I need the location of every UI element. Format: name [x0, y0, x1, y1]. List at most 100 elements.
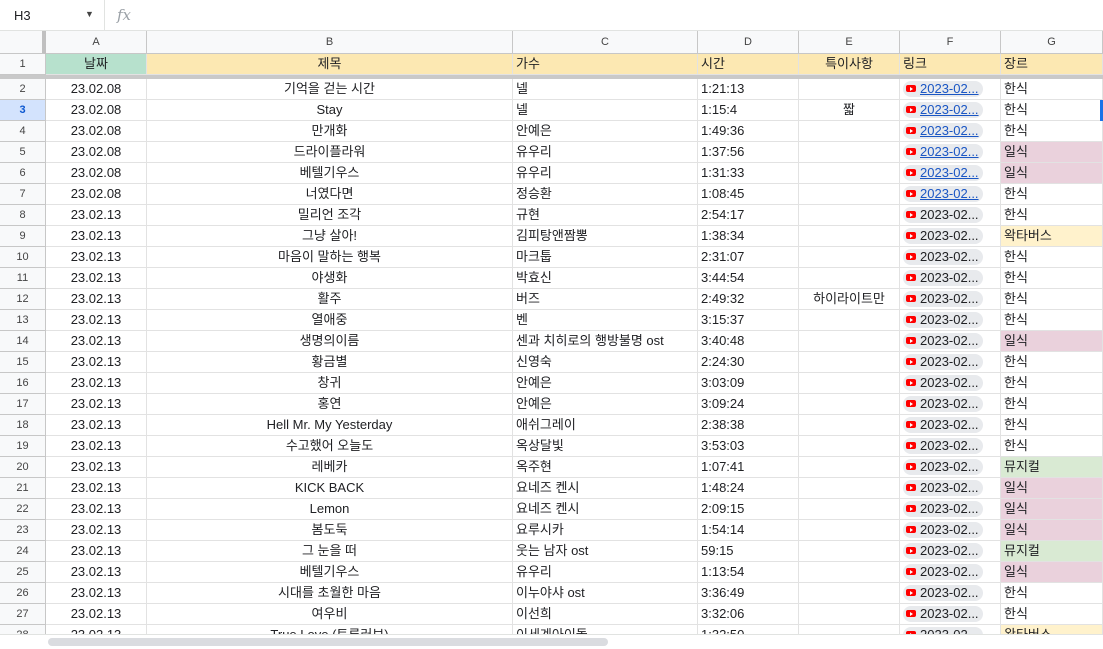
cell-date[interactable]: 23.02.08 — [46, 79, 147, 100]
link-chip[interactable]: 2023-02... — [903, 249, 983, 265]
cell-singer[interactable]: 규현 — [513, 205, 698, 226]
cell-date[interactable]: 23.02.13 — [46, 394, 147, 415]
cell-link[interactable]: 2023-02... — [900, 100, 1001, 121]
link-text[interactable]: 2023-02... — [920, 627, 979, 634]
cell-link[interactable]: 2023-02... — [900, 205, 1001, 226]
row-number[interactable]: 8 — [0, 205, 46, 226]
row-number[interactable]: 7 — [0, 184, 46, 205]
cell-note[interactable] — [799, 415, 900, 436]
row-number[interactable]: 22 — [0, 499, 46, 520]
cell-date[interactable]: 23.02.13 — [46, 205, 147, 226]
cell-singer[interactable]: 이누야샤 ost — [513, 583, 698, 604]
cell-genre[interactable]: 한식 — [1001, 121, 1103, 142]
cell-time[interactable]: 1:31:33 — [698, 163, 799, 184]
link-chip[interactable]: 2023-02... — [903, 585, 983, 601]
link-chip[interactable]: 2023-02... — [903, 81, 983, 97]
link-chip[interactable]: 2023-02... — [903, 480, 983, 496]
cell-singer[interactable]: 넬 — [513, 79, 698, 100]
cell-time[interactable]: 2:31:07 — [698, 247, 799, 268]
cell-singer[interactable]: 박효신 — [513, 268, 698, 289]
cell-link[interactable]: 2023-02... — [900, 478, 1001, 499]
cell-singer[interactable]: 애쉬그레이 — [513, 415, 698, 436]
link-chip[interactable]: 2023-02... — [903, 102, 983, 118]
link-text[interactable]: 2023-02... — [920, 102, 979, 117]
link-text[interactable]: 2023-02... — [920, 459, 979, 474]
cell-time[interactable]: 1:38:34 — [698, 226, 799, 247]
link-text[interactable]: 2023-02... — [920, 354, 979, 369]
cell-date[interactable]: 23.02.13 — [46, 562, 147, 583]
cell-title[interactable]: 봄도둑 — [147, 520, 513, 541]
cell-genre[interactable]: 뮤지컬 — [1001, 457, 1103, 478]
cell-date[interactable]: 23.02.13 — [46, 541, 147, 562]
cell-note[interactable] — [799, 121, 900, 142]
cell-note[interactable] — [799, 352, 900, 373]
cell-note[interactable] — [799, 331, 900, 352]
cell-singer[interactable]: 센과 치히로의 행방불명 ost — [513, 331, 698, 352]
cell-date[interactable]: 23.02.08 — [46, 184, 147, 205]
cell-singer[interactable]: 버즈 — [513, 289, 698, 310]
cell-date[interactable]: 23.02.13 — [46, 289, 147, 310]
chevron-down-icon[interactable]: ▼ — [85, 9, 94, 19]
cell-title[interactable]: 그 눈을 떠 — [147, 541, 513, 562]
link-text[interactable]: 2023-02... — [920, 501, 979, 516]
cell-genre[interactable]: 일식 — [1001, 520, 1103, 541]
cell-note[interactable] — [799, 247, 900, 268]
cell-date[interactable]: 23.02.13 — [46, 331, 147, 352]
cell-genre[interactable]: 왁타버스 — [1001, 625, 1103, 634]
cell-title[interactable]: 만개화 — [147, 121, 513, 142]
cell-date[interactable]: 23.02.13 — [46, 268, 147, 289]
link-text[interactable]: 2023-02... — [920, 312, 979, 327]
name-box[interactable]: H3 ▼ — [0, 0, 105, 31]
cell-time[interactable]: 2:09:15 — [698, 499, 799, 520]
cell-title[interactable]: True Love (트루러브) — [147, 625, 513, 634]
cell-title[interactable]: 여우비 — [147, 604, 513, 625]
cell-genre[interactable]: 왁타버스 — [1001, 226, 1103, 247]
cell-singer[interactable]: 유우리 — [513, 142, 698, 163]
cell-title[interactable]: 마음이 말하는 행복 — [147, 247, 513, 268]
column-header-g[interactable]: G — [1001, 31, 1103, 54]
cell-singer[interactable]: 유우리 — [513, 562, 698, 583]
link-text[interactable]: 2023-02... — [920, 438, 979, 453]
cell-time[interactable]: 1:32:50 — [698, 625, 799, 634]
row-number[interactable]: 15 — [0, 352, 46, 373]
link-text[interactable]: 2023-02... — [920, 564, 979, 579]
row-number[interactable]: 19 — [0, 436, 46, 457]
cell-date[interactable]: 23.02.13 — [46, 247, 147, 268]
cell-date[interactable]: 23.02.13 — [46, 625, 147, 634]
cell-link[interactable]: 2023-02... — [900, 226, 1001, 247]
freeze-divider[interactable] — [0, 75, 1103, 79]
cell-date[interactable]: 23.02.13 — [46, 520, 147, 541]
cell-note[interactable] — [799, 436, 900, 457]
cell-date[interactable]: 23.02.13 — [46, 226, 147, 247]
row-number[interactable]: 26 — [0, 583, 46, 604]
cell-date[interactable]: 23.02.08 — [46, 100, 147, 121]
cell-time[interactable]: 2:24:30 — [698, 352, 799, 373]
link-text[interactable]: 2023-02... — [920, 207, 979, 222]
link-text[interactable]: 2023-02... — [920, 123, 979, 138]
row-number[interactable]: 3 — [0, 100, 46, 121]
cell-genre[interactable]: 일식 — [1001, 499, 1103, 520]
header-cell-title[interactable]: 제목 — [147, 54, 513, 75]
cell-note[interactable] — [799, 373, 900, 394]
cell-title[interactable]: Lemon — [147, 499, 513, 520]
cell-link[interactable]: 2023-02... — [900, 394, 1001, 415]
cell-time[interactable]: 3:44:54 — [698, 268, 799, 289]
link-text[interactable]: 2023-02... — [920, 585, 979, 600]
row-number[interactable]: 11 — [0, 268, 46, 289]
row-number[interactable]: 14 — [0, 331, 46, 352]
link-chip[interactable]: 2023-02... — [903, 270, 983, 286]
cell-singer[interactable]: 마크툽 — [513, 247, 698, 268]
link-chip[interactable]: 2023-02... — [903, 312, 983, 328]
cell-title[interactable]: 야생화 — [147, 268, 513, 289]
cell-link[interactable]: 2023-02... — [900, 289, 1001, 310]
link-chip[interactable]: 2023-02... — [903, 606, 983, 622]
row-number[interactable]: 28 — [0, 625, 46, 634]
cell-note[interactable]: 하이라이트만 — [799, 289, 900, 310]
cell-link[interactable]: 2023-02... — [900, 457, 1001, 478]
cell-note[interactable] — [799, 541, 900, 562]
column-header-a[interactable]: A — [46, 31, 147, 54]
cell-time[interactable]: 1:08:45 — [698, 184, 799, 205]
cell-link[interactable]: 2023-02... — [900, 331, 1001, 352]
header-cell-time[interactable]: 시간 — [698, 54, 799, 75]
row-number[interactable]: 23 — [0, 520, 46, 541]
